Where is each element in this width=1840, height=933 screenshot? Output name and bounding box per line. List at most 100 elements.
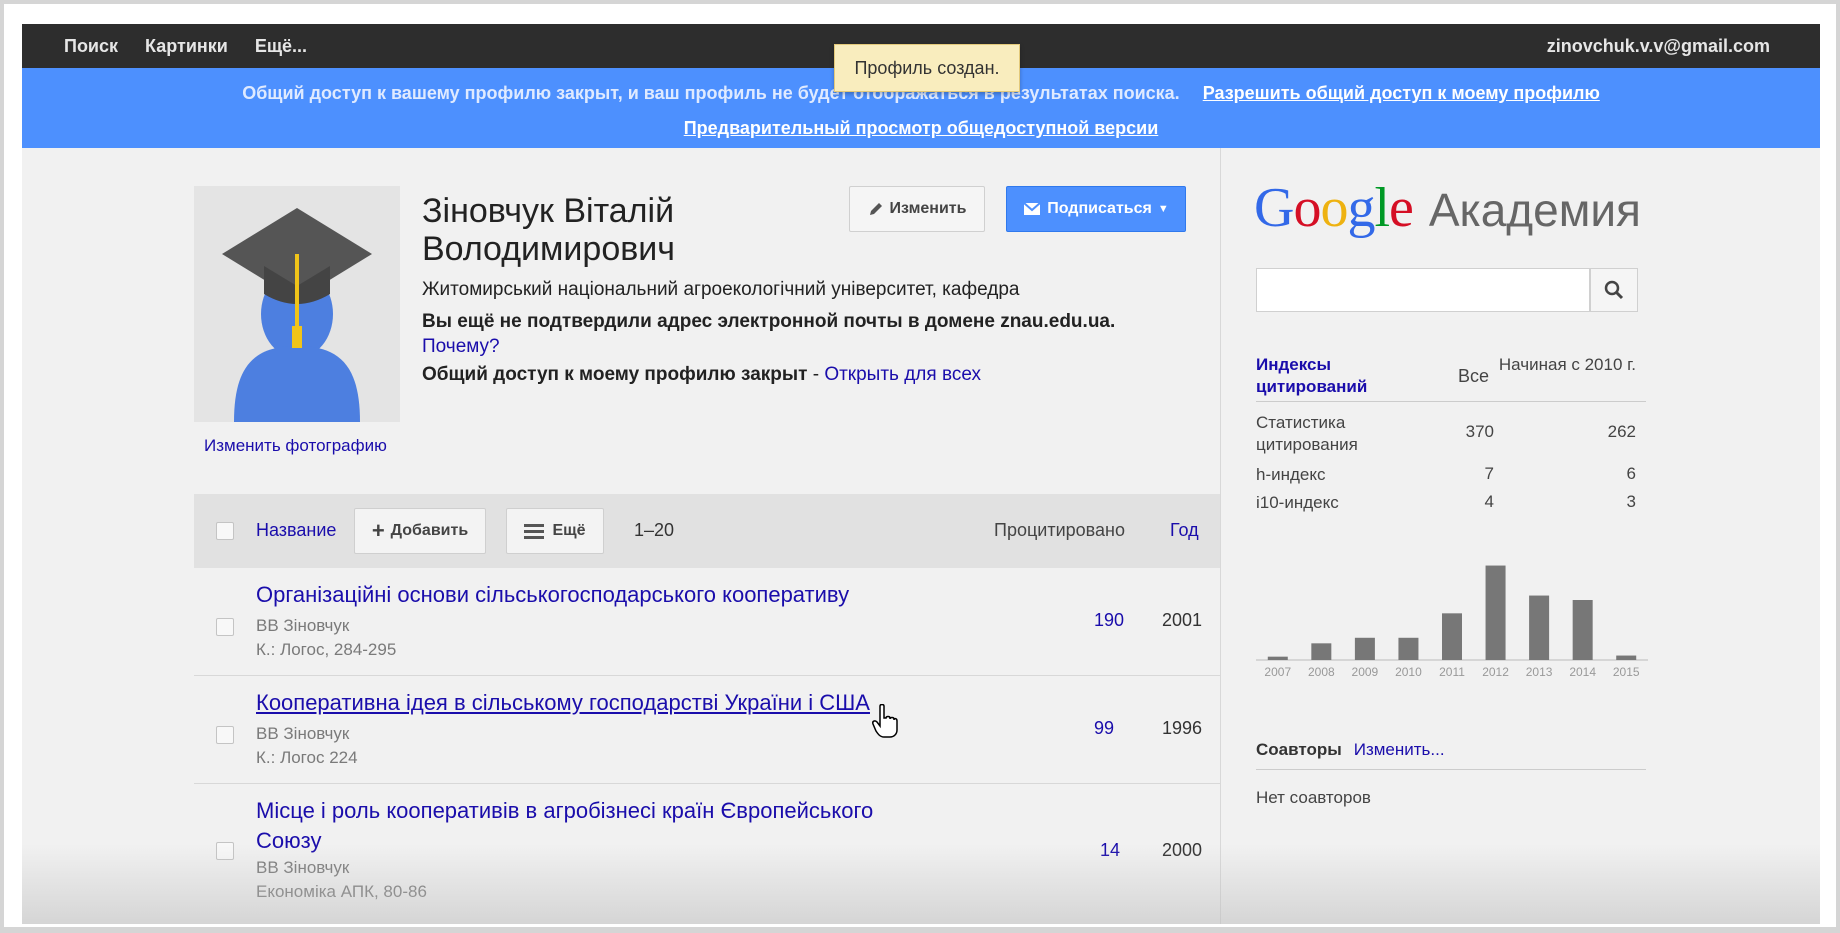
subscribe-label: Подписаться [1047, 200, 1152, 217]
nav-more[interactable]: Ещё... [255, 36, 307, 57]
banner-text: Общий доступ к вашему профилю закрыт, и … [242, 83, 1180, 103]
chart-bar-2009[interactable] [1354, 637, 1375, 660]
stat-since: 262 [1607, 422, 1636, 441]
chart-tick-label: 2008 [1308, 665, 1335, 679]
article-cites[interactable]: 99 [1094, 718, 1114, 739]
coauthors-label: Соавторы [1256, 740, 1342, 759]
open-to-all-link[interactable]: Открыть для всех [824, 364, 981, 385]
stat-all: 370 [1465, 422, 1494, 441]
preview-public-link[interactable]: Предварительный просмотр общедоступной в… [684, 118, 1159, 138]
chart-bar-2008[interactable] [1311, 643, 1332, 660]
stat-all: 7 [1484, 464, 1494, 483]
stat-since: 3 [1626, 492, 1636, 511]
chart-bar-2013[interactable] [1529, 595, 1550, 660]
plus-icon: + [371, 518, 385, 543]
envelope-icon [1023, 202, 1041, 215]
chart-tick-label: 2015 [1613, 665, 1640, 679]
stat-since: 6 [1626, 464, 1636, 483]
menu-icon [524, 524, 545, 539]
hand-cursor-icon [872, 704, 898, 738]
article-checkbox[interactable] [216, 842, 234, 860]
access-separator: - [807, 364, 825, 385]
nav-search[interactable]: Поиск [64, 36, 118, 57]
article-title[interactable]: Місце і роль кооперативів в агробізнесі … [256, 796, 896, 856]
article-authors: ВВ Зіновчук [256, 724, 350, 743]
coauthors-header: Соавторы Изменить... [1256, 740, 1646, 770]
chart-bar-2012[interactable] [1485, 565, 1506, 660]
sort-by-title[interactable]: Название [256, 520, 336, 541]
profile-name: Зіновчук Віталій Володимирович [422, 192, 676, 268]
chart-bar-2011[interactable] [1442, 613, 1462, 660]
google-scholar-logo[interactable]: Google Академия [1254, 176, 1641, 240]
article-source: К.: Логос, 284-295 [256, 640, 397, 659]
top-nav: Поиск Картинки Ещё... [64, 36, 307, 57]
chart-tick-label: 2007 [1264, 665, 1291, 679]
chart-bar-2010[interactable] [1398, 637, 1419, 660]
article-source: Економіка АПК, 80-86 [256, 882, 427, 901]
why-link[interactable]: Почему? [422, 336, 500, 358]
change-photo-link[interactable]: Изменить фотографию [204, 436, 387, 456]
chevron-down-icon: ▼ [1157, 203, 1169, 215]
default-avatar-icon [194, 186, 400, 422]
chart-tick-label: 2014 [1569, 665, 1596, 679]
article-title[interactable]: Кооперативна ідея в сільському господарс… [256, 688, 876, 718]
article-authors: ВВ Зіновчук [256, 858, 350, 877]
article-cites[interactable]: 14 [1100, 840, 1120, 861]
chart-tick-label: 2012 [1482, 665, 1509, 679]
citation-indices-title[interactable]: Индексы цитирований [1256, 354, 1396, 398]
chart-bar-2007[interactable] [1267, 656, 1288, 660]
citations-per-year-chart: 2007 2008 2009 2010 2011 2012 2013 2014 2015 [1256, 565, 1648, 679]
chart-tick-label: 2010 [1395, 665, 1422, 679]
email-verify-notice: Вы ещё не подтвердили адрес электронной … [422, 311, 1116, 332]
nav-images[interactable]: Картинки [145, 36, 228, 57]
citation-indices-header: Индексы цитирований Все Начиная с 2010 г… [1256, 354, 1646, 402]
article-year: 2000 [1162, 840, 1203, 860]
chart-tick-label: 2011 [1439, 665, 1465, 679]
subscribe-button[interactable]: Подписаться ▼ [1006, 186, 1186, 232]
edit-profile-label: Изменить [889, 200, 967, 217]
allow-access-link[interactable]: Разрешить общий доступ к моему профилю [1203, 83, 1600, 103]
edit-profile-button[interactable]: Изменить [849, 186, 985, 232]
edit-coauthors-link[interactable]: Изменить... [1354, 740, 1445, 759]
access-status-text: Общий доступ к моему профилю закрыт [422, 364, 808, 385]
article-title[interactable]: Організаційні основи сільськогосподарськ… [256, 580, 876, 610]
profile-photo[interactable] [194, 186, 400, 422]
article-year: 2001 [1162, 610, 1203, 630]
search-icon [1604, 280, 1624, 300]
more-actions-button[interactable]: Ещё [506, 508, 604, 554]
article-checkbox[interactable] [216, 726, 234, 744]
access-status: Общий доступ к моему профилю закрыт - От… [422, 364, 981, 386]
article-row: Кооперативна ідея в сільському господарс… [194, 676, 1220, 784]
google-wordmark: Google [1254, 177, 1414, 239]
article-checkbox[interactable] [216, 618, 234, 636]
stat-label: Статистика цитирования [1256, 413, 1358, 454]
select-all-checkbox[interactable] [216, 522, 234, 540]
article-year: 1996 [1162, 718, 1203, 738]
stat-label: i10-индекс [1256, 493, 1339, 512]
chart-bar-2015[interactable] [1616, 655, 1637, 660]
add-articles-button[interactable]: + Добавить [354, 508, 486, 554]
browser-viewport: Поиск Картинки Ещё... zinovchuk.v.v@gmai… [22, 24, 1820, 924]
scholar-search-input[interactable] [1256, 268, 1590, 312]
more-label: Ещё [552, 522, 586, 539]
cited-by-column: Процитировано [994, 520, 1125, 540]
pencil-icon [869, 203, 882, 215]
sort-by-year[interactable]: Год [1170, 520, 1199, 541]
results-range: 1–20 [634, 520, 675, 540]
profile-affiliation: Житомирський національний агроекологічни… [422, 279, 1020, 300]
article-row: Організаційні основи сільськогосподарськ… [194, 568, 1220, 676]
stat-all: 4 [1484, 492, 1494, 511]
chart-bar-2014[interactable] [1572, 600, 1593, 660]
article-source: К.: Логос 224 [256, 748, 358, 767]
account-email[interactable]: zinovchuk.v.v@gmail.com [1547, 36, 1770, 57]
search-button[interactable] [1590, 268, 1638, 312]
chart-tick-label: 2013 [1526, 665, 1553, 679]
academy-wordmark: Академия [1428, 184, 1641, 236]
article-authors: ВВ Зіновчук [256, 616, 350, 635]
banner-line-2: Предварительный просмотр общедоступной в… [22, 118, 1820, 139]
add-label: Добавить [390, 522, 469, 539]
article-row: Місце і роль кооперативів в агробізнесі … [194, 784, 1220, 924]
column-divider [1220, 148, 1221, 924]
article-cites[interactable]: 190 [1094, 610, 1124, 631]
articles-table-header: Название + Добавить Ещё 1–20 Процитирова… [194, 494, 1220, 568]
